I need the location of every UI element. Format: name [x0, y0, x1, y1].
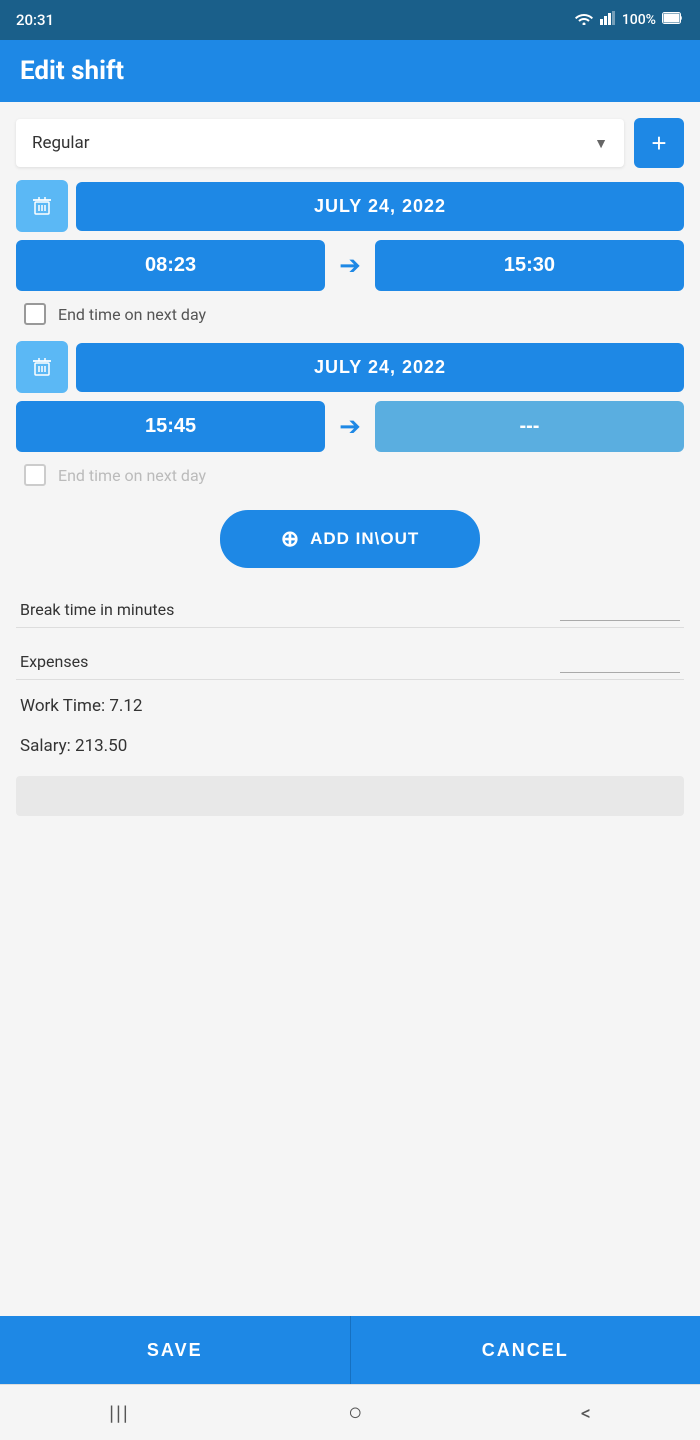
- end-time-next-day-1-checkbox[interactable]: [24, 303, 46, 325]
- entry-block-2: JULY 24, 2022 15:45 ➔ --- End time on ne…: [16, 341, 684, 490]
- status-bar: 20:31 100%: [0, 0, 700, 40]
- status-icons: 100%: [574, 11, 684, 29]
- menu-icon[interactable]: |||: [109, 1401, 130, 1425]
- end-time-next-day-1-row: End time on next day: [16, 299, 684, 329]
- home-icon[interactable]: ○: [348, 1398, 363, 1427]
- work-time-row: Work Time: 7.12: [16, 692, 684, 720]
- arrow-icon-1: ➔: [325, 251, 375, 281]
- end-time-next-day-1-label: End time on next day: [58, 305, 206, 324]
- date-row-2: JULY 24, 2022: [16, 341, 684, 393]
- expenses-row: Expenses: [16, 640, 684, 680]
- cancel-button[interactable]: CANCEL: [350, 1316, 700, 1384]
- wifi-icon: [574, 11, 594, 29]
- main-content: Regular ▼ + JULY 24, 2022 08:23 ➔: [0, 102, 700, 1316]
- salary-row: Salary: 213.50: [16, 732, 684, 760]
- entry-block-1: JULY 24, 2022 08:23 ➔ 15:30 End time on …: [16, 180, 684, 329]
- time-display: 20:31: [16, 11, 54, 29]
- bottom-buttons: SAVE CANCEL: [0, 1316, 700, 1384]
- salary-text: Salary: 213.50: [20, 736, 127, 756]
- end-time-next-day-2-label: End time on next day: [58, 466, 206, 485]
- start-time-1-button[interactable]: 08:23: [16, 240, 325, 291]
- notes-area: [16, 776, 684, 816]
- work-time-label: Work Time:: [20, 696, 105, 716]
- break-time-label: Break time in minutes: [20, 600, 174, 619]
- header: Edit shift: [0, 40, 700, 102]
- break-time-input[interactable]: [560, 598, 680, 621]
- end-time-1-button[interactable]: 15:30: [375, 240, 684, 291]
- signal-icon: [600, 11, 616, 29]
- expenses-input[interactable]: [560, 650, 680, 673]
- delete-entry-2-button[interactable]: [16, 341, 68, 393]
- circle-plus-icon: ⊕: [281, 526, 300, 552]
- chevron-down-icon: ▼: [594, 135, 608, 152]
- shift-type-row: Regular ▼ +: [16, 118, 684, 168]
- back-icon[interactable]: <: [581, 1401, 591, 1425]
- date-2-button[interactable]: JULY 24, 2022: [76, 343, 684, 392]
- start-time-2-button[interactable]: 15:45: [16, 401, 325, 452]
- shift-type-select[interactable]: Regular ▼: [16, 119, 624, 167]
- end-time-2-button[interactable]: ---: [375, 401, 684, 452]
- end-time-next-day-2-row: End time on next day: [16, 460, 684, 490]
- add-inout-container: ⊕ ADD IN\OUT: [16, 502, 684, 576]
- salary-value: 213.50: [75, 736, 127, 756]
- shift-type-value: Regular: [32, 133, 90, 153]
- arrow-icon-2: ➔: [325, 412, 375, 442]
- salary-label: Salary:: [20, 736, 71, 756]
- battery-icon: [662, 12, 684, 28]
- work-time-text: Work Time: 7.12: [20, 696, 142, 716]
- time-row-2: 15:45 ➔ ---: [16, 401, 684, 452]
- nav-bar: ||| ○ <: [0, 1384, 700, 1440]
- end-time-next-day-2-checkbox[interactable]: [24, 464, 46, 486]
- add-inout-label: ADD IN\OUT: [310, 529, 419, 549]
- time-row-1: 08:23 ➔ 15:30: [16, 240, 684, 291]
- date-1-button[interactable]: JULY 24, 2022: [76, 182, 684, 231]
- expenses-label: Expenses: [20, 652, 88, 671]
- delete-entry-1-button[interactable]: [16, 180, 68, 232]
- date-row-1: JULY 24, 2022: [16, 180, 684, 232]
- work-time-value: 7.12: [109, 696, 142, 716]
- battery-text: 100%: [622, 12, 656, 28]
- save-button[interactable]: SAVE: [0, 1316, 350, 1384]
- break-time-row: Break time in minutes: [16, 588, 684, 628]
- page-title: Edit shift: [20, 56, 680, 86]
- add-shift-button[interactable]: +: [634, 118, 684, 168]
- add-inout-button[interactable]: ⊕ ADD IN\OUT: [220, 510, 480, 568]
